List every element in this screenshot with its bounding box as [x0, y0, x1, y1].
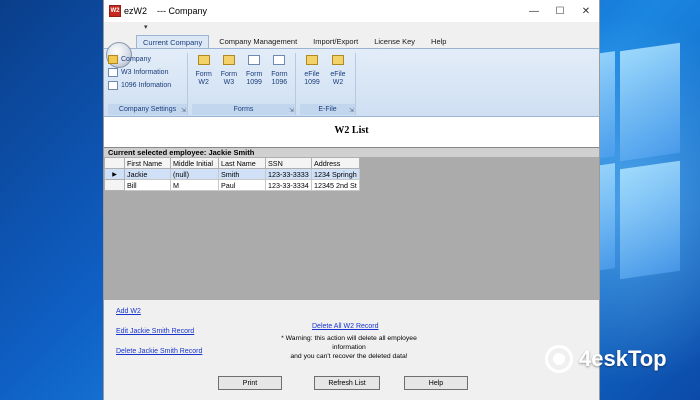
tab-license-key[interactable]: License Key — [368, 35, 421, 48]
current-employee-label: Current selected employee: Jackie Smith — [104, 147, 599, 157]
tab-help[interactable]: Help — [425, 35, 452, 48]
delete-record-link[interactable]: Delete Jackie Smith Record — [116, 348, 202, 355]
table-cell[interactable]: 123-33-3334 — [265, 179, 312, 191]
table-cell[interactable]: 1234 Springh — [311, 168, 360, 180]
help-button[interactable]: Help — [404, 376, 468, 390]
document-icon — [108, 81, 118, 90]
close-button[interactable]: ✕ — [573, 0, 599, 22]
button-label: Form — [245, 71, 263, 78]
window-title: --- Company — [157, 6, 208, 16]
efile-icon — [306, 55, 318, 65]
efile-1099-button[interactable]: eFile 1099 — [300, 53, 324, 87]
column-header[interactable]: First Name — [124, 157, 171, 169]
table-cell[interactable]: Jackie — [124, 168, 171, 180]
button-label: 1099 — [304, 79, 320, 86]
efile-icon — [332, 55, 344, 65]
1096-information-button[interactable]: 1096 Infomation — [108, 79, 183, 92]
group-label: Forms — [192, 104, 295, 115]
form-icon — [197, 55, 210, 65]
ribbon-tabs: Current Company Company Management Impor… — [104, 34, 599, 48]
column-header[interactable]: Address — [311, 157, 360, 169]
refresh-list-button[interactable]: Refresh List — [314, 376, 380, 390]
table-cell[interactable]: Bill — [124, 179, 171, 191]
tab-import-export[interactable]: Import/Export — [307, 35, 364, 48]
form-icon — [222, 55, 235, 65]
button-label: W3 — [223, 79, 235, 86]
efile-group: eFile 1099 eFile W2 E-File ⇲ — [300, 53, 356, 115]
button-label: Form — [220, 71, 238, 78]
button-label: 1099 — [246, 79, 262, 86]
app-name: ezW2 — [124, 6, 148, 16]
watermark-text: 4eskTop — [579, 346, 667, 371]
form-w3-button[interactable]: Form W3 — [217, 53, 240, 87]
table-row[interactable]: ▶ Jackie (null) Smith 123-33-3333 1234 S… — [104, 168, 360, 180]
button-label: eFile — [330, 71, 346, 78]
app-window: W2 ezW2 --- Company — ☐ ✕ ▾ Current Comp… — [103, 0, 600, 400]
title-bar: W2 ezW2 --- Company — ☐ ✕ — [104, 0, 599, 22]
print-button[interactable]: Print — [218, 376, 282, 390]
customize-toolbar-icon[interactable]: ▾ — [144, 23, 148, 31]
table-cell[interactable]: 12345 2nd St — [311, 179, 360, 191]
warning-line: * Warning: this action will delete all e… — [281, 335, 417, 351]
ribbon: Company W3 Information 1096 Infomation C… — [104, 48, 599, 117]
add-w2-link[interactable]: Add W2 — [116, 308, 141, 315]
forms-group: Form W2 Form W3 Form 1099 Form 1096 Form… — [192, 53, 296, 115]
button-label: 1096 — [271, 79, 288, 86]
quick-access-toolbar: ▾ — [104, 22, 599, 68]
table-cell[interactable]: (null) — [170, 168, 219, 180]
page-title: W2 List — [104, 117, 599, 147]
watermark-logo — [545, 345, 573, 373]
minimize-button[interactable]: — — [521, 0, 547, 22]
tab-current-company[interactable]: Current Company — [136, 35, 210, 48]
edit-record-link[interactable]: Edit Jackie Smith Record — [116, 328, 194, 335]
button-label: Form — [195, 71, 212, 78]
company-settings-group: Company W3 Information 1096 Infomation C… — [108, 53, 188, 115]
w2-grid-area: First Name Middle Initial Last Name SSN … — [104, 157, 599, 300]
table-cell[interactable]: Smith — [218, 168, 266, 180]
tab-company-management[interactable]: Company Management — [213, 35, 303, 48]
actions-panel: Add W2 Edit Jackie Smith Record Delete J… — [104, 300, 599, 400]
w3-information-button[interactable]: W3 Information — [108, 66, 183, 79]
table-cell[interactable]: M — [170, 179, 219, 191]
company-label: Company — [121, 56, 151, 63]
button-label: W2 — [332, 79, 344, 86]
company-icon — [108, 55, 118, 64]
app-icon: W2 — [109, 5, 121, 17]
column-header[interactable]: SSN — [265, 157, 312, 169]
maximize-button[interactable]: ☐ — [547, 0, 573, 22]
form-icon — [273, 55, 286, 65]
dialog-launcher-icon[interactable]: ⇲ — [349, 107, 354, 114]
row-header-corner — [104, 157, 125, 169]
form-1099-button[interactable]: Form 1099 — [243, 53, 266, 87]
table-cell[interactable]: Paul — [218, 179, 266, 191]
current-row-icon: ▶ — [104, 168, 125, 180]
button-label: W2 — [198, 79, 209, 86]
warning-line: and you can't recover the deleted data! — [290, 353, 408, 360]
group-label: E-File — [300, 104, 355, 115]
column-header[interactable]: Last Name — [218, 157, 266, 169]
w2-table: First Name Middle Initial Last Name SSN … — [104, 157, 360, 191]
group-label: Company Settings — [108, 104, 187, 115]
w3-information-label: W3 Information — [121, 69, 169, 76]
form-w2-button[interactable]: Form W2 — [192, 53, 215, 87]
delete-all-link[interactable]: Delete All W2 Record — [312, 323, 379, 330]
company-button[interactable]: Company — [108, 53, 183, 66]
column-header[interactable]: Middle Initial — [170, 157, 219, 169]
dialog-launcher-icon[interactable]: ⇲ — [289, 107, 294, 114]
delete-warning: * Warning: this action will delete all e… — [264, 334, 434, 361]
button-label: Form — [271, 71, 288, 78]
document-icon — [108, 68, 118, 77]
table-row[interactable]: Bill M Paul 123-33-3334 12345 2nd St — [104, 179, 360, 191]
table-cell[interactable]: 123-33-3333 — [265, 168, 312, 180]
row-header — [104, 179, 125, 191]
dialog-launcher-icon[interactable]: ⇲ — [181, 107, 186, 114]
form-icon — [248, 55, 261, 65]
button-label: eFile — [304, 71, 320, 78]
form-1096-button[interactable]: Form 1096 — [268, 53, 291, 87]
efile-w2-button[interactable]: eFile W2 — [326, 53, 350, 87]
watermark: 4eskTop — [545, 345, 667, 373]
1096-information-label: 1096 Infomation — [121, 82, 172, 89]
